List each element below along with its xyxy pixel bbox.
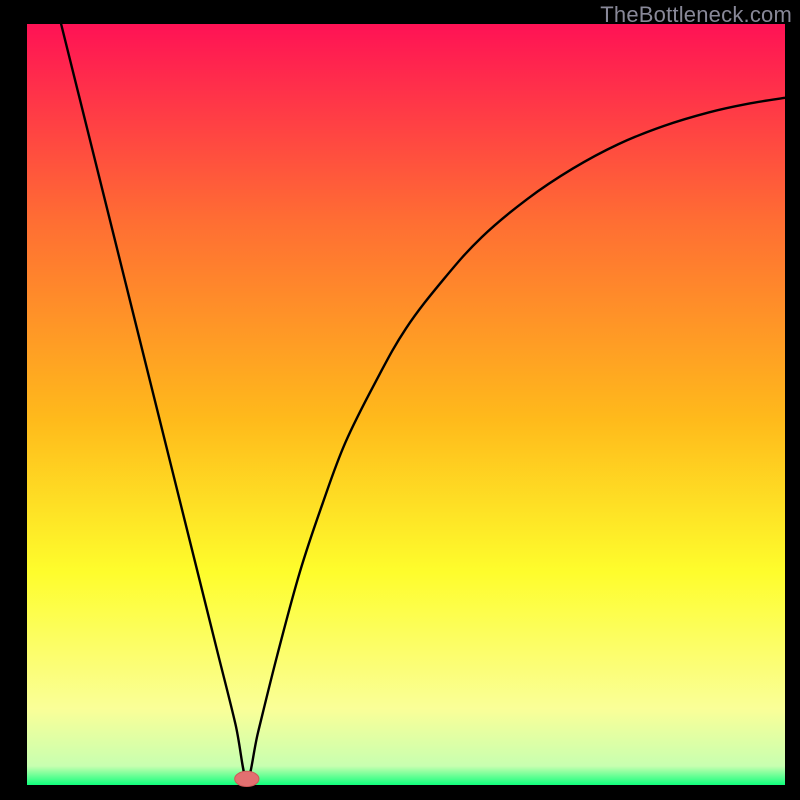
chart-svg bbox=[0, 0, 800, 800]
plot-background bbox=[27, 24, 785, 785]
minimum-marker bbox=[235, 771, 259, 786]
chart-container: TheBottleneck.com bbox=[0, 0, 800, 800]
